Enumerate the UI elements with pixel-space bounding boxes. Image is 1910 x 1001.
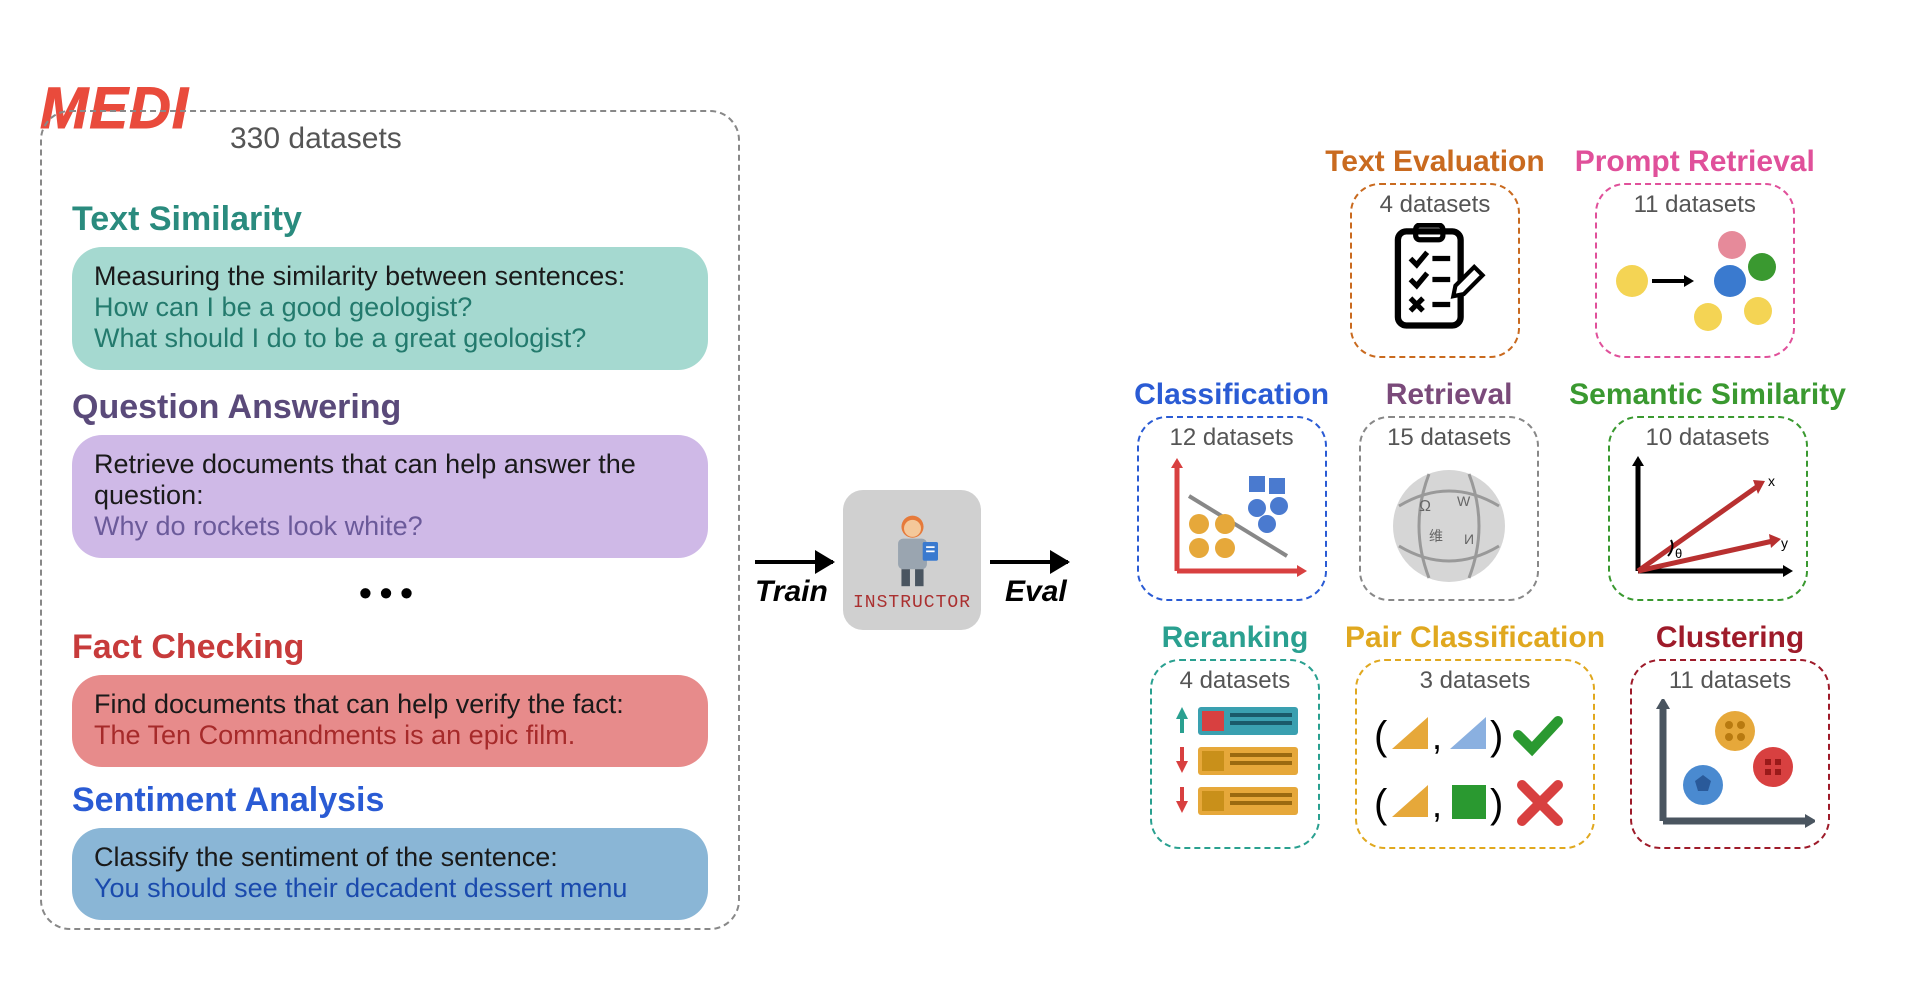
svg-text:,: , (1432, 716, 1442, 757)
svg-text:(: ( (1374, 782, 1388, 826)
text-evaluation-card: Text Evaluation 4 datasets (1325, 145, 1545, 358)
eval-grid: Text Evaluation 4 datasets Prompt Retrie… (1090, 145, 1890, 869)
pair-classification-icon: ( , ) ( , ) (1370, 699, 1580, 834)
train-label: Train (755, 575, 828, 609)
semantic-similarity-count: 10 datasets (1645, 424, 1769, 452)
classification-card: Classification 12 datasets (1134, 378, 1329, 601)
instructor-text: INSTRUCTOR (853, 593, 971, 613)
svg-text:Ω: Ω (1419, 498, 1431, 515)
prompt-retrieval-count: 11 datasets (1634, 191, 1756, 219)
fc-instruction: Find documents that can help verify the … (94, 689, 686, 720)
svg-text:维: 维 (1429, 528, 1443, 544)
clipboard-icon (1382, 223, 1487, 338)
reranking-count: 4 datasets (1180, 667, 1291, 695)
sentiment-analysis-title: Sentiment Analysis (72, 781, 708, 820)
reranking-card: Reranking 4 datasets (1150, 621, 1320, 849)
text-similarity-title: Text Similarity (72, 200, 708, 239)
clustering-count: 11 datasets (1669, 667, 1791, 695)
fact-checking-box: Find documents that can help verify the … (72, 675, 708, 767)
medi-container: Text Similarity Measuring the similarity… (40, 110, 740, 930)
reranking-icon (1162, 699, 1307, 834)
sa-instruction: Classify the sentiment of the sentence: (94, 842, 686, 873)
semantic-similarity-card: Semantic Similarity 10 datasets x y θ (1569, 378, 1846, 601)
question-answering-box: Retrieve documents that can help answer … (72, 435, 708, 558)
semantic-similarity-title: Semantic Similarity (1569, 378, 1846, 412)
clustering-icon (1645, 699, 1815, 834)
pair-classification-title: Pair Classification (1345, 621, 1605, 655)
train-arrow (755, 560, 833, 564)
prompt-retrieval-title: Prompt Retrieval (1575, 145, 1815, 179)
ts-example-2: What should I do to be a great geologist… (94, 323, 686, 354)
eval-label: Eval (1005, 575, 1067, 609)
prompt-retrieval-icon (1610, 223, 1780, 338)
retrieval-count: 15 datasets (1387, 424, 1511, 452)
pair-classification-count: 3 datasets (1420, 667, 1531, 695)
svg-text:): ) (1490, 782, 1503, 826)
svg-text:y: y (1781, 535, 1788, 551)
svg-text:W: W (1457, 493, 1471, 509)
qa-example: Why do rockets look white? (94, 511, 686, 542)
qa-instruction: Retrieve documents that can help answer … (94, 449, 686, 511)
ellipsis: ••• (72, 572, 708, 614)
ts-instruction: Measuring the similarity between sentenc… (94, 261, 686, 292)
classification-icon (1157, 456, 1307, 586)
classification-title: Classification (1134, 378, 1329, 412)
text-evaluation-count: 4 datasets (1380, 191, 1491, 219)
sa-example: You should see their decadent dessert me… (94, 873, 686, 904)
instructor-icon (870, 508, 955, 593)
svg-text:): ) (1490, 714, 1503, 758)
retrieval-title: Retrieval (1386, 378, 1513, 412)
wikipedia-globe-icon: Ω W 维 И (1379, 456, 1519, 586)
prompt-retrieval-card: Prompt Retrieval 11 datasets (1575, 145, 1815, 358)
pair-classification-card: Pair Classification 3 datasets ( , ) ( ,… (1345, 621, 1605, 849)
svg-text:(: ( (1374, 714, 1388, 758)
svg-text:И: И (1464, 531, 1474, 547)
sentiment-analysis-box: Classify the sentiment of the sentence: … (72, 828, 708, 920)
instructor-box: INSTRUCTOR (843, 490, 981, 630)
classification-count: 12 datasets (1170, 424, 1294, 452)
vector-similarity-icon: x y θ (1623, 456, 1793, 586)
clustering-card: Clustering 11 datasets (1630, 621, 1830, 849)
clustering-title: Clustering (1656, 621, 1804, 655)
svg-text:x: x (1768, 473, 1775, 489)
text-evaluation-title: Text Evaluation (1325, 145, 1545, 179)
question-answering-title: Question Answering (72, 388, 708, 427)
fc-example: The Ten Commandments is an epic film. (94, 720, 686, 751)
reranking-title: Reranking (1162, 621, 1309, 655)
ts-example-1: How can I be a good geologist? (94, 292, 686, 323)
svg-text:,: , (1432, 784, 1442, 825)
svg-text:θ: θ (1675, 546, 1682, 561)
eval-arrow (990, 560, 1068, 564)
text-similarity-box: Measuring the similarity between sentenc… (72, 247, 708, 370)
fact-checking-title: Fact Checking (72, 628, 708, 667)
retrieval-card: Retrieval 15 datasets Ω W 维 И (1359, 378, 1539, 601)
